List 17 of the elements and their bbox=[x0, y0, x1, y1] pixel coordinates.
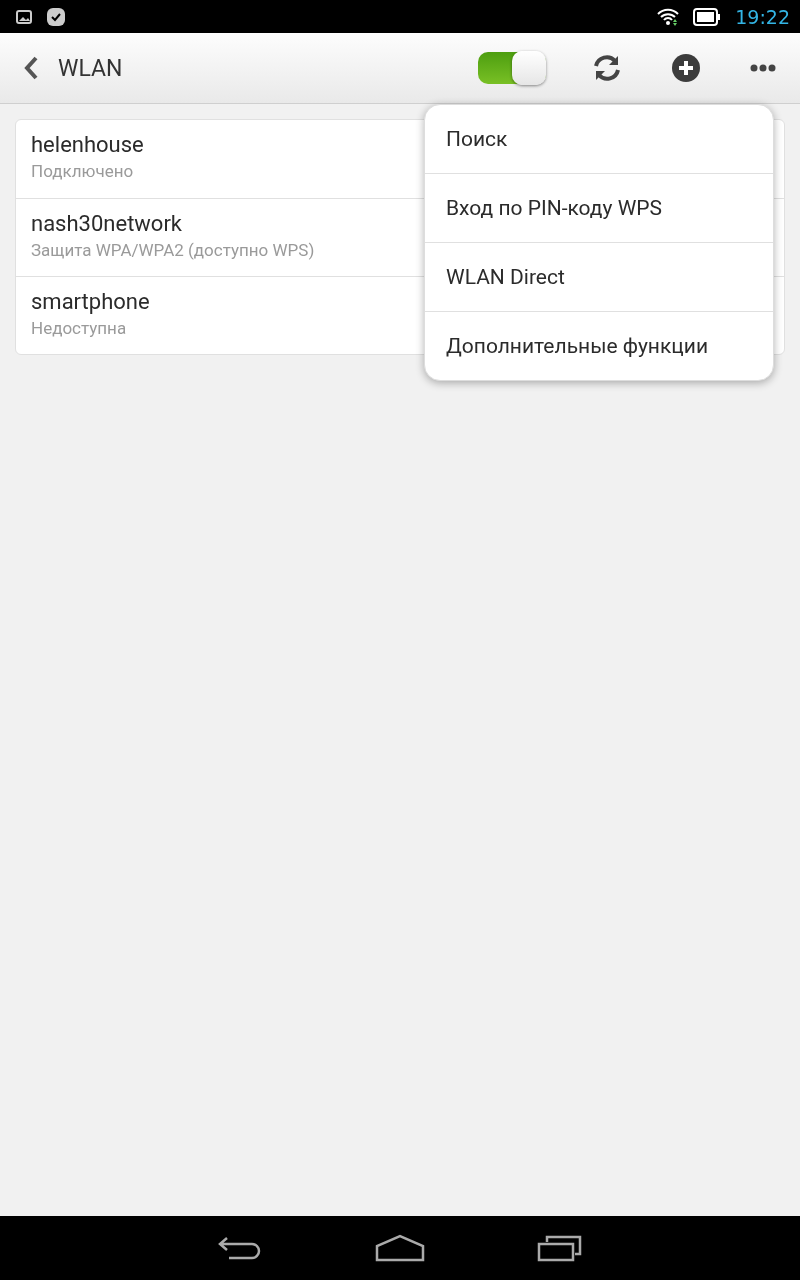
wlan-toggle[interactable] bbox=[478, 52, 546, 84]
check-notification-icon bbox=[46, 6, 66, 27]
network-status: Подключено bbox=[31, 161, 134, 181]
wifi-icon bbox=[657, 7, 680, 26]
page-title: WLAN bbox=[58, 54, 123, 82]
menu-item[interactable]: WLAN Direct bbox=[425, 242, 773, 311]
network-name[interactable]: helenhouse bbox=[31, 132, 144, 157]
network-status: Защита WPA/WPA2 (доступно WPS) bbox=[31, 240, 315, 260]
menu-item[interactable]: Вход по PIN-коду WPS bbox=[425, 173, 773, 242]
battery-icon bbox=[693, 7, 722, 26]
menu-item[interactable]: Дополнительные функции bbox=[425, 311, 773, 380]
menu-item[interactable]: Поиск bbox=[425, 105, 773, 173]
picture-notification-icon bbox=[16, 9, 32, 24]
network-name[interactable]: smartphone bbox=[31, 289, 150, 314]
network-name[interactable]: nash30network bbox=[31, 211, 182, 236]
clock-time: 19:22 bbox=[735, 5, 790, 28]
network-status: Недоступна bbox=[31, 318, 127, 338]
